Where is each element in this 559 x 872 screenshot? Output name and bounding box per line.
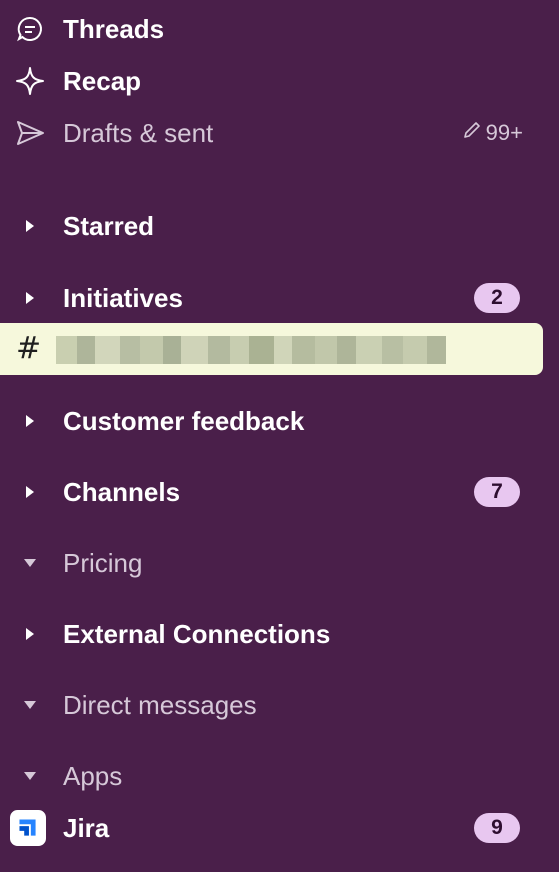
unread-badge: 7 (474, 477, 520, 507)
unread-badge: 2 (474, 283, 520, 313)
section-label: Direct messages (63, 690, 257, 720)
unread-badge: 9 (474, 813, 520, 843)
section-direct-messages[interactable]: Direct messages (0, 682, 559, 728)
section-starred[interactable]: Starred (0, 203, 559, 249)
section-initiatives[interactable]: Initiatives 2 (0, 275, 559, 321)
section-apps[interactable]: Apps (0, 753, 559, 799)
sidebar-item-label: Threads (63, 14, 165, 44)
sidebar-item-drafts[interactable]: Drafts & sent 99+ (0, 110, 559, 156)
pencil-icon (462, 120, 482, 146)
caret-down-icon (22, 768, 38, 784)
caret-right-icon (22, 413, 38, 429)
sidebar-item-label: Recap (63, 66, 142, 96)
caret-down-icon (22, 697, 38, 713)
section-label: Customer feedback (63, 406, 305, 436)
section-label: Initiatives (63, 283, 183, 313)
redacted-channel-name (56, 336, 446, 364)
sidebar-item-label: Jira (63, 813, 110, 843)
section-label: Pricing (63, 548, 143, 578)
selected-channel[interactable]: # (0, 323, 543, 375)
section-label: External Connections (63, 619, 331, 649)
section-pricing[interactable]: Pricing (0, 540, 559, 586)
section-label: Starred (63, 211, 155, 241)
sidebar-item-label: Drafts & sent (63, 118, 214, 148)
sparkle-icon (12, 63, 48, 99)
section-external-connections[interactable]: External Connections (0, 611, 559, 657)
hash-icon: # (16, 331, 42, 366)
section-channels[interactable]: Channels 7 (0, 469, 559, 515)
drafts-count-value: 99+ (485, 120, 523, 145)
caret-down-icon (22, 555, 38, 571)
section-label: Channels (63, 477, 181, 507)
sidebar-item-recap[interactable]: Recap (0, 58, 559, 104)
caret-right-icon (22, 626, 38, 642)
sidebar-item-threads[interactable]: Threads (0, 6, 559, 52)
caret-right-icon (22, 290, 38, 306)
send-icon (12, 115, 48, 151)
caret-right-icon (22, 484, 38, 500)
threads-icon (12, 11, 48, 47)
drafts-count: 99+ (462, 120, 523, 146)
section-customer-feedback[interactable]: Customer feedback (0, 398, 559, 444)
section-label: Apps (63, 761, 123, 791)
sidebar: Threads Recap Drafts & sent 99+ Starred … (0, 0, 559, 872)
caret-right-icon (22, 218, 38, 234)
sidebar-item-jira[interactable]: Jira 9 (0, 805, 559, 851)
jira-icon (10, 810, 46, 846)
